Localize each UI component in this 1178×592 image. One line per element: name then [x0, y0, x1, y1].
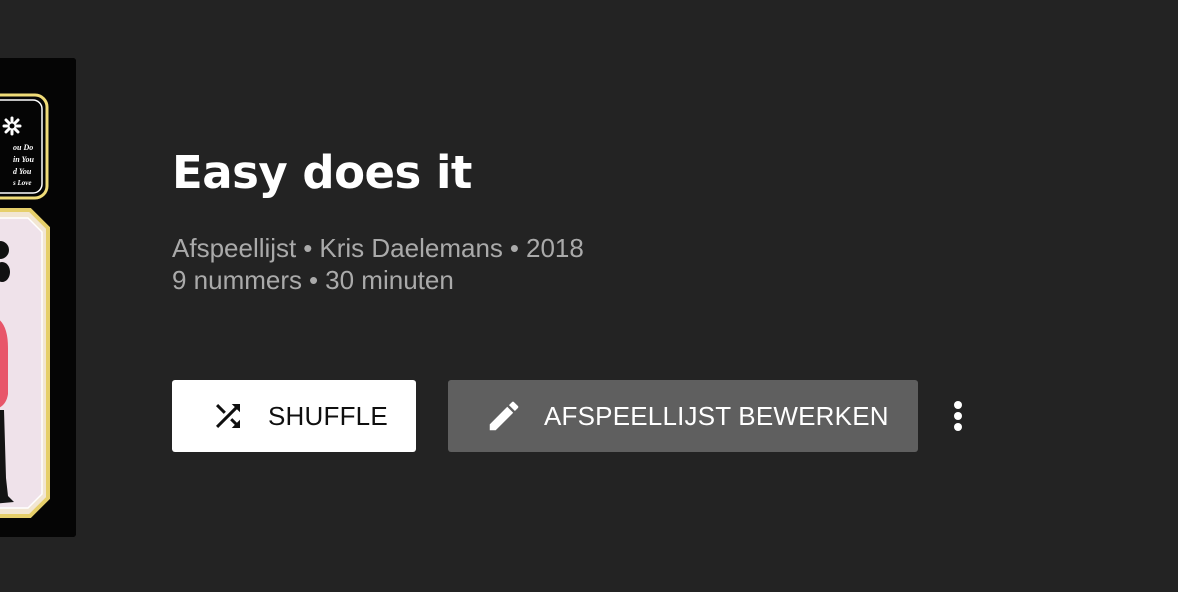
meta-separator: • — [509, 233, 520, 263]
svg-text:d You: d You — [13, 167, 32, 176]
playlist-track-count: 9 nummers — [172, 265, 303, 295]
more-vert-icon — [954, 401, 962, 431]
playlist-duration: 30 minuten — [325, 265, 454, 295]
more-actions-button[interactable] — [938, 396, 978, 436]
album-cover-art: ou Do in You d You s Love — [0, 58, 76, 537]
playlist-owner-link[interactable]: Kris Daelemans — [319, 233, 503, 263]
playlist-year: 2018 — [526, 233, 584, 263]
playlist-meta-secondary: 9 nummers • 30 minuten — [172, 264, 454, 296]
playlist-thumbnail[interactable]: ou Do in You d You s Love — [0, 58, 76, 537]
meta-separator: • — [303, 233, 313, 263]
svg-text:ou Do: ou Do — [13, 143, 33, 152]
playlist-title: Easy does it — [172, 146, 472, 199]
svg-text:in You: in You — [13, 155, 35, 164]
playlist-meta-primary: Afspeellijst • Kris Daelemans • 2018 — [172, 232, 584, 264]
meta-separator: • — [309, 265, 319, 295]
shuffle-icon — [208, 396, 248, 436]
playlist-type: Afspeellijst — [172, 233, 297, 263]
edit-playlist-button-label: AFSPEELLIJST BEWERKEN — [544, 400, 889, 431]
pencil-icon — [484, 396, 524, 436]
shuffle-button-label: SHUFFLE — [268, 400, 388, 431]
svg-text:s Love: s Love — [12, 179, 31, 187]
edit-playlist-button[interactable]: AFSPEELLIJST BEWERKEN — [448, 380, 918, 452]
shuffle-button[interactable]: SHUFFLE — [172, 380, 416, 452]
